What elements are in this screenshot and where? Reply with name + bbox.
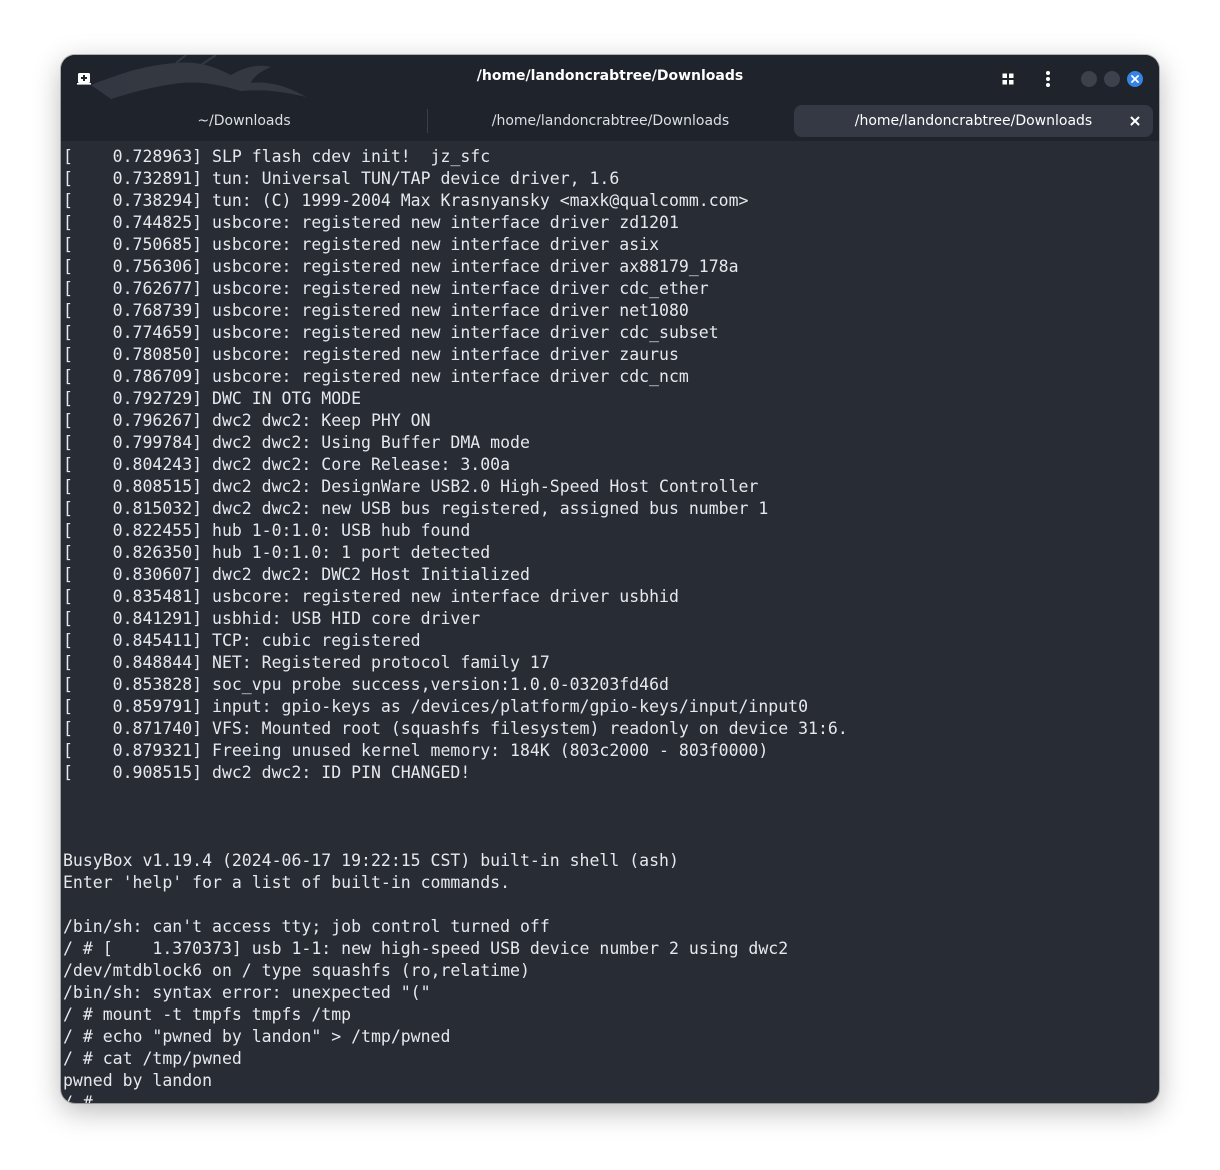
main-menu-button[interactable] (1038, 69, 1058, 89)
terminal-line: [ 0.908515] dwc2 dwc2: ID PIN CHANGED! (63, 763, 471, 782)
tab-label: /home/landoncrabtree/Downloads (854, 113, 1093, 129)
window-title: /home/landoncrabtree/Downloads (476, 68, 744, 84)
terminal-line: [ 0.845411] TCP: cubic registered (63, 631, 421, 650)
terminal-line: [ 0.744825] usbcore: registered new inte… (63, 213, 679, 232)
terminal-line: [ 0.853828] soc_vpu probe success,versio… (63, 675, 669, 694)
close-icon (1131, 75, 1139, 83)
maximize-icon[interactable] (1104, 71, 1120, 87)
terminal-line: [ 0.762677] usbcore: registered new inte… (63, 279, 709, 298)
terminal-line: [ 0.835481] usbcore: registered new inte… (63, 587, 679, 606)
terminal-line: [ 0.841291] usbhid: USB HID core driver (63, 609, 481, 628)
terminal-line: /bin/sh: syntax error: unexpected "(" (63, 983, 431, 1002)
terminal-line: [ 0.815032] dwc2 dwc2: new USB bus regis… (63, 499, 769, 518)
terminal-line: [ 0.756306] usbcore: registered new inte… (63, 257, 739, 276)
terminal-line: / # (63, 1093, 93, 1103)
tab-downloads-home[interactable]: ~/Downloads (61, 105, 427, 137)
terminal-line: [ 0.808515] dwc2 dwc2: DesignWare USB2.0… (63, 477, 759, 496)
terminal-line: [ 0.830607] dwc2 dwc2: DWC2 Host Initial… (63, 565, 530, 584)
tab-label: ~/Downloads (197, 113, 291, 129)
minimize-icon[interactable] (1081, 71, 1097, 87)
terminal-line: [ 0.780850] usbcore: registered new inte… (63, 345, 679, 364)
kebab-menu-icon (1046, 71, 1050, 87)
terminal-line: [ 0.728963] SLP flash cdev init! jz_sfc (63, 147, 491, 166)
terminal-line: pwned by landon (63, 1071, 213, 1090)
terminal-output[interactable]: [ 0.728963] SLP flash cdev init! jz_sfc [… (63, 146, 1159, 1103)
terminal-line: / # echo "pwned by landon" > /tmp/pwned (63, 1027, 451, 1046)
terminal-line: /bin/sh: can't access tty; job control t… (63, 917, 550, 936)
tab-label: /home/landoncrabtree/Downloads (491, 113, 730, 129)
terminal-line: [ 0.774659] usbcore: registered new inte… (63, 323, 719, 342)
terminal-line: [ 0.786709] usbcore: registered new inte… (63, 367, 689, 386)
tab-downloads-active[interactable]: /home/landoncrabtree/Downloads (794, 105, 1153, 137)
terminal-line: [ 0.826350] hub 1-0:1.0: 1 port detected (63, 543, 491, 562)
terminal-line: Enter 'help' for a list of built-in comm… (63, 873, 511, 892)
terminal-line: [ 0.796267] dwc2 dwc2: Keep PHY ON (63, 411, 431, 430)
terminal-line: [ 0.768739] usbcore: registered new inte… (63, 301, 689, 320)
terminal-line: [ 0.799784] dwc2 dwc2: Using Buffer DMA … (63, 433, 530, 452)
terminal-line: [ 0.859791] input: gpio-keys as /devices… (63, 697, 809, 716)
tab-close-button[interactable] (1127, 113, 1143, 129)
terminal-line: [ 0.738294] tun: (C) 1999-2004 Max Krasn… (63, 191, 749, 210)
terminal-line: [ 0.732891] tun: Universal TUN/TAP devic… (63, 169, 620, 188)
terminal-line: / # cat /tmp/pwned (63, 1049, 242, 1068)
view-tabs-button[interactable] (998, 69, 1018, 89)
terminal-line: [ 0.822455] hub 1-0:1.0: USB hub found (63, 521, 471, 540)
terminal-line: [ 0.792729] DWC IN OTG MODE (63, 389, 362, 408)
terminal-line: [ 0.750685] usbcore: registered new inte… (63, 235, 660, 254)
grid-icon (1002, 73, 1014, 85)
terminal-line: [ 0.804243] dwc2 dwc2: Core Release: 3.0… (63, 455, 511, 474)
terminal-line: [ 0.848844] NET: Registered protocol fam… (63, 653, 550, 672)
terminal-line: /dev/mtdblock6 on / type squashfs (ro,re… (63, 961, 530, 980)
header-bar[interactable]: /home/landoncrabtree/Downloads (61, 55, 1159, 103)
close-icon (1130, 116, 1140, 126)
terminal-line: BusyBox v1.19.4 (2024-06-17 19:22:15 CST… (63, 851, 679, 870)
terminal-line: [ 0.871740] VFS: Mounted root (squashfs … (63, 719, 848, 738)
terminal-line: / # [ 1.370373] usb 1-1: new high-speed … (63, 939, 789, 958)
terminal-line: [ 0.879321] Freeing unused kernel memory… (63, 741, 769, 760)
tab-bar: ~/Downloads /home/landoncrabtree/Downloa… (61, 103, 1159, 141)
terminal-line: / # mount -t tmpfs tmpfs /tmp (63, 1005, 352, 1024)
tab-downloads-full-path[interactable]: /home/landoncrabtree/Downloads (428, 105, 793, 137)
close-window-button[interactable] (1127, 71, 1143, 87)
terminal-window: /home/landoncrabtree/Downloads ~/Downloa… (61, 55, 1159, 1103)
